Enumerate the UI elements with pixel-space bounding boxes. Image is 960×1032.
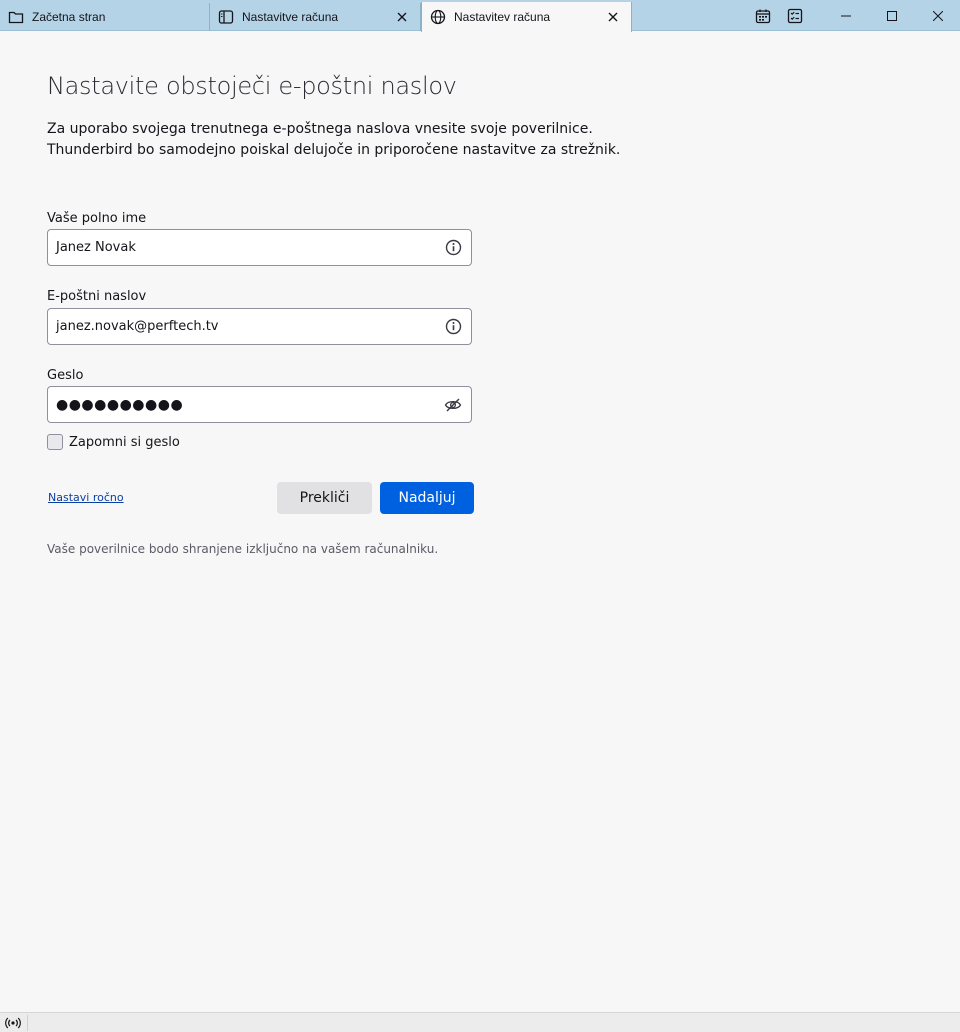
eye-hidden-icon[interactable] [444,396,462,414]
settings-panel-icon [218,9,234,25]
tab-label: Nastavitev računa [454,10,551,24]
remember-password-row[interactable]: Zapomni si geslo [47,433,180,451]
password-label: Geslo [47,368,84,383]
tab-account-settings[interactable]: Nastavitve računa [210,3,421,31]
tab-home[interactable]: Začetna stran [0,3,210,31]
description-line: Za uporabo svojega trenutnega e-poštnega… [47,121,593,137]
tasks-icon[interactable] [784,0,806,31]
status-divider [27,1015,28,1031]
online-status-icon[interactable] [4,1015,22,1031]
info-icon[interactable] [444,239,462,257]
password-field[interactable]: ●●●●●●●●●● [47,386,472,423]
page-title: Nastavite obstoječi e-poštni naslov [47,72,457,100]
manual-config-link[interactable]: Nastavi ročno [48,491,124,504]
calendar-icon[interactable] [752,0,774,31]
status-bar [0,1012,960,1032]
name-value[interactable]: Janez Novak [48,240,444,255]
email-value[interactable]: janez.novak@perftech.tv [48,319,444,334]
email-label: E-poštni naslov [47,289,147,304]
close-icon[interactable] [918,0,958,31]
email-field[interactable]: janez.novak@perftech.tv [47,308,472,345]
folder-icon [8,9,24,25]
globe-icon [430,9,446,25]
tab-label: Nastavitve računa [242,10,339,24]
cancel-button[interactable]: Prekliči [277,482,372,514]
remember-password-checkbox[interactable] [47,434,63,450]
password-value[interactable]: ●●●●●●●●●● [48,397,444,413]
tab-account-setup[interactable]: Nastavitev računa [421,2,632,32]
continue-button[interactable]: Nadaljuj [380,482,474,514]
remember-password-label[interactable]: Zapomni si geslo [69,435,180,450]
close-icon[interactable] [605,9,621,25]
maximize-icon[interactable] [872,0,912,31]
name-field[interactable]: Janez Novak [47,229,472,266]
tab-label: Začetna stran [32,10,106,24]
description-line: Thunderbird bo samodejno poiskal delujoč… [47,142,621,158]
page-description: Za uporabo svojega trenutnega e-poštnega… [47,119,647,161]
name-label: Vaše polno ime [47,211,147,226]
info-icon[interactable] [444,318,462,336]
tab-bar: Začetna stran Nastavitve računa Nastavit… [0,0,960,32]
close-icon[interactable] [394,9,410,25]
minimize-icon[interactable] [826,0,866,31]
credentials-note: Vaše poverilnice bodo shranjene izključn… [47,542,439,556]
